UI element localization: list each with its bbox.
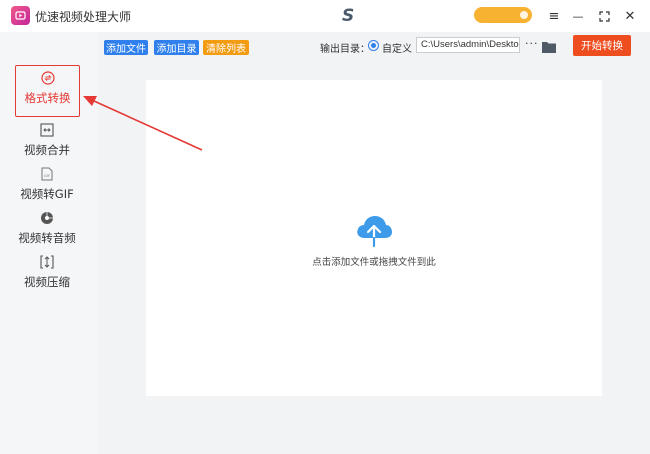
annotation-arrow [83,96,203,151]
